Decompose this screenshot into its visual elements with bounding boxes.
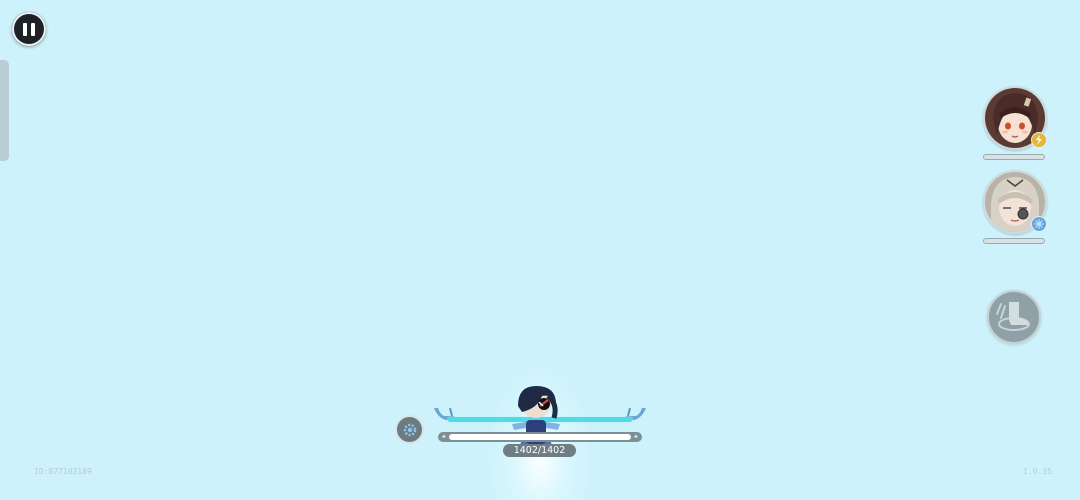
player-hp-fill (449, 434, 631, 440)
pause-button[interactable] (12, 12, 46, 46)
ally-slot-2[interactable] (983, 170, 1047, 244)
version-label: 1.0.35 (1023, 467, 1052, 476)
gear-icon (403, 423, 416, 436)
dash-skill-button[interactable] (987, 290, 1041, 344)
ice-icon (1031, 216, 1047, 232)
hp-bar-left-cap: ✦ (441, 433, 447, 441)
ally-hp-bar-2 (983, 238, 1045, 244)
player-skill-cooldown (395, 415, 424, 444)
hp-bar-right-cap: ✦ (633, 433, 639, 441)
pause-icon (23, 22, 27, 36)
player-hp-text: 1402/1402 (503, 444, 576, 457)
ally-hp-bar-1 (983, 154, 1045, 160)
ally-slot-1[interactable] (983, 86, 1047, 160)
dash-boot-icon (996, 302, 1030, 331)
side-drawer-handle[interactable] (0, 60, 9, 161)
lightning-icon (1031, 132, 1047, 148)
user-id-label: ID:877103189 (34, 467, 92, 476)
